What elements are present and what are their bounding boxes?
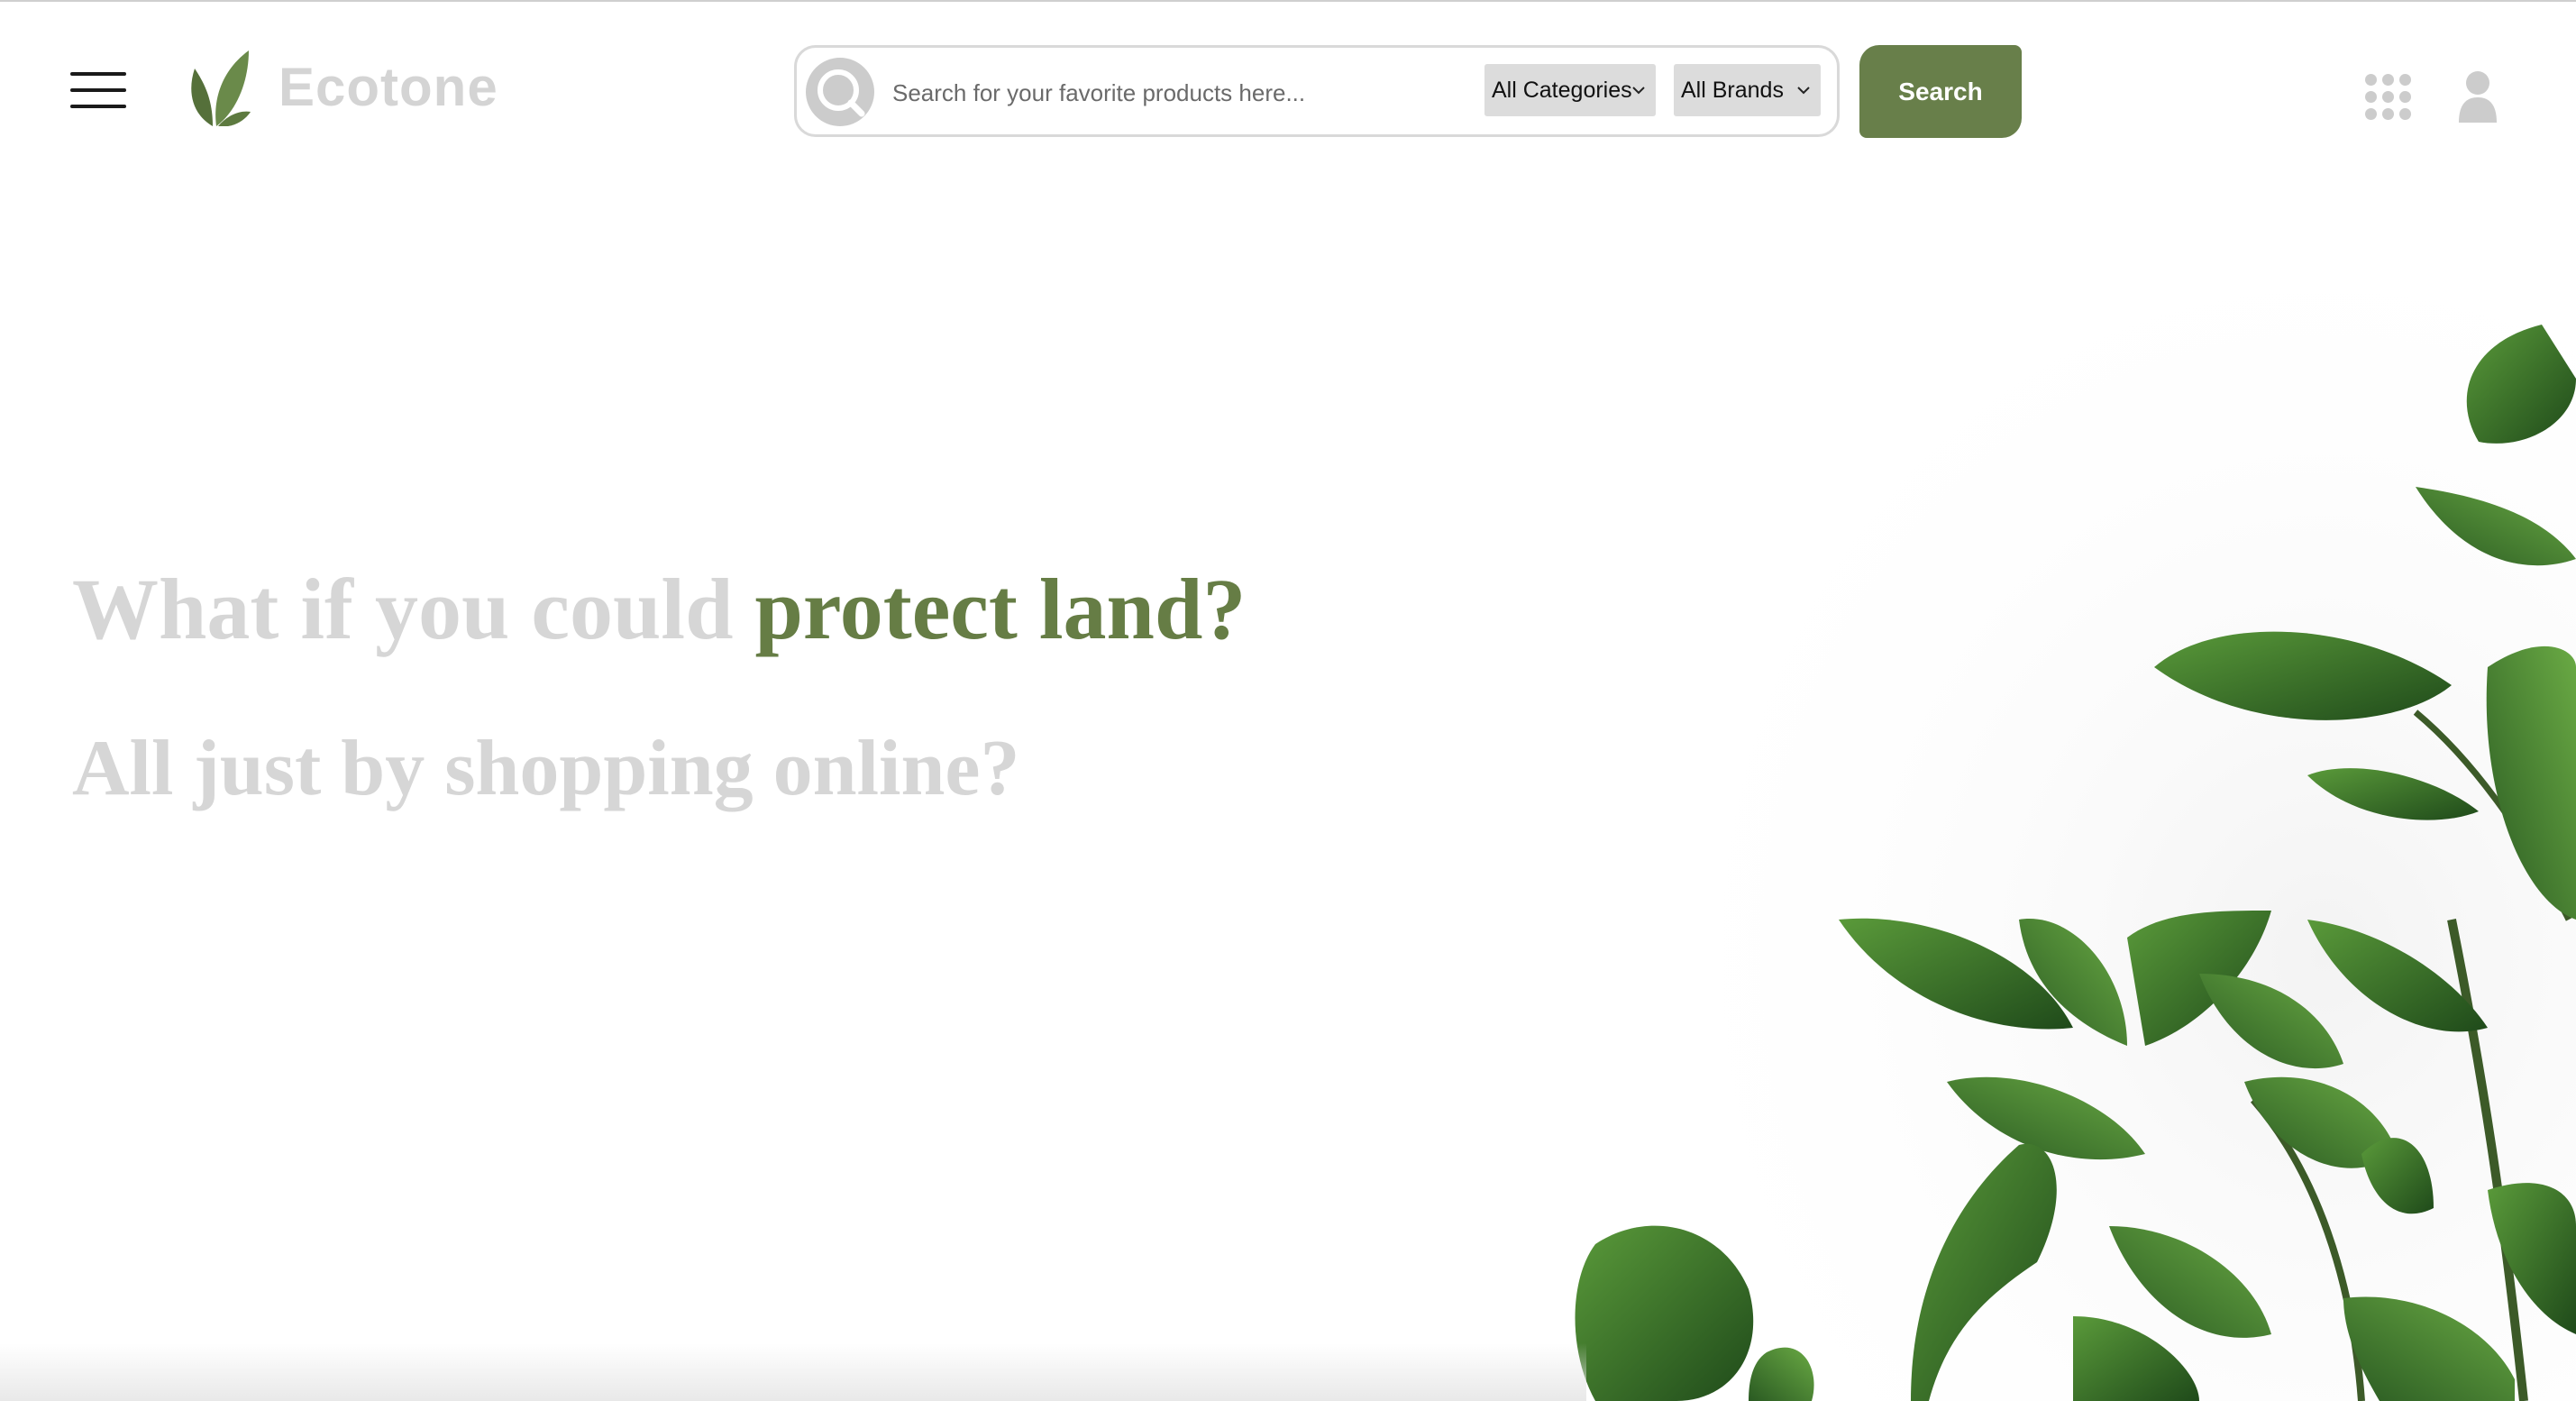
search-input[interactable]: [891, 68, 1363, 118]
brand-name[interactable]: Ecotone: [279, 56, 498, 118]
hero-subheadline: All just by shopping online?: [72, 725, 1020, 812]
menu-bar: [70, 105, 126, 108]
brand-select[interactable]: All Brands: [1674, 64, 1821, 116]
hero-headline: What if you could protect land?: [72, 559, 1246, 659]
chevron-down-icon: [1632, 87, 1645, 95]
brand-select-value: All Brands: [1681, 78, 1784, 103]
menu-bar: [70, 88, 126, 92]
bottom-shadow: [0, 1343, 1586, 1401]
search-bar: All Categories All Brands: [794, 45, 1840, 137]
category-select[interactable]: All Categories: [1484, 64, 1656, 116]
chevron-down-icon: [1797, 87, 1810, 95]
menu-bar: [70, 72, 126, 76]
category-select-value: All Categories: [1492, 78, 1632, 103]
user-icon[interactable]: [2457, 70, 2498, 123]
hero-headline-accent: protect land?: [754, 561, 1247, 657]
leaf-icon[interactable]: [186, 50, 251, 126]
search-icon[interactable]: [806, 58, 874, 126]
apps-grid-icon[interactable]: [2365, 74, 2412, 121]
plant-image: [1568, 288, 2576, 1401]
top-border: [0, 0, 2576, 2]
search-button[interactable]: Search: [1859, 45, 2022, 138]
hero-headline-prefix: What if you could: [72, 561, 755, 657]
hamburger-menu-icon[interactable]: [70, 72, 126, 108]
